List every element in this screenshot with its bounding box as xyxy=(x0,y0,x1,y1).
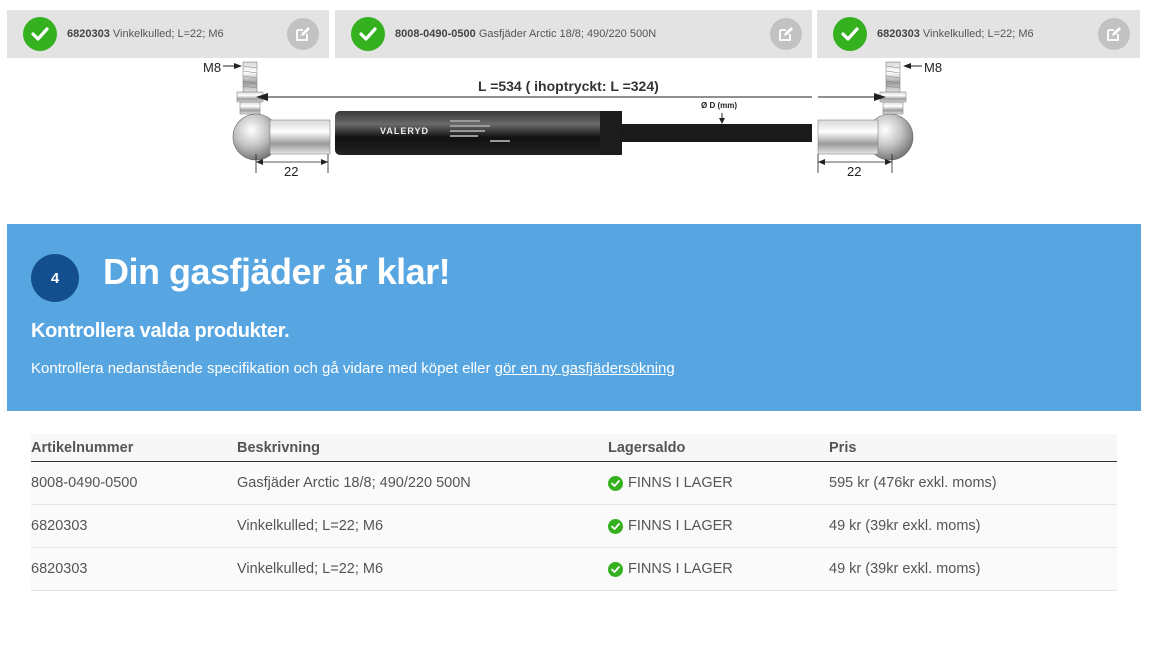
step-description: Kontrollera nedanstående specifikation o… xyxy=(31,360,675,377)
check-icon xyxy=(23,17,57,51)
stock-status: FINNS I LAGER xyxy=(628,518,733,534)
stock-status: FINNS I LAGER xyxy=(628,475,733,491)
cell-description: Gasfjäder Arctic 18/8; 490/220 500N xyxy=(237,475,471,491)
cell-description: Vinkelkulled; L=22; M6 xyxy=(237,561,384,577)
check-icon xyxy=(351,17,385,51)
selected-product-card: 8008-0490-0500 Gasfjäder Arctic 18/8; 49… xyxy=(335,10,812,58)
product-description: Gasfjäder Arctic 18/8; 490/220 500N xyxy=(478,28,657,40)
article-number: 6820303 xyxy=(67,28,110,40)
thread-label-left: M8 xyxy=(203,60,222,75)
new-search-link[interactable]: gör en ny gasfjädersökning xyxy=(495,360,675,377)
left-ball-joint xyxy=(232,61,331,161)
header-description: Beskrivning xyxy=(237,439,320,456)
edit-icon[interactable] xyxy=(1098,18,1130,50)
product-description: Vinkelkulled; L=22; M6 xyxy=(112,28,224,40)
diameter-label: Ø D (mm) xyxy=(701,101,737,110)
table-header: Artikelnummer Beskrivning Lagersaldo Pri… xyxy=(31,434,1117,462)
selected-product-card: 6820303 Vinkelkulled; L=22; M6 xyxy=(817,10,1140,58)
thread-label-right: M8 xyxy=(924,60,943,75)
gas-spring-rod xyxy=(620,124,812,142)
product-description: Vinkelkulled; L=22; M6 xyxy=(922,28,1034,40)
header-price: Pris xyxy=(829,439,857,456)
cell-price: 49 kr (39kr exkl. moms) xyxy=(829,518,981,534)
edit-icon[interactable] xyxy=(287,18,319,50)
product-table: Artikelnummer Beskrivning Lagersaldo Pri… xyxy=(31,434,1117,591)
cell-stock: FINNS I LAGER xyxy=(608,475,733,491)
right-ball-joint xyxy=(817,61,914,161)
stock-status: FINNS I LAGER xyxy=(628,561,733,577)
cell-stock: FINNS I LAGER xyxy=(608,518,733,534)
header-stock: Lagersaldo xyxy=(608,439,686,456)
step-subtitle: Kontrollera valda produkter. xyxy=(31,320,290,342)
cell-price: 595 kr (476kr exkl. moms) xyxy=(829,475,997,491)
step-title: Din gasfjäder är klar! xyxy=(103,251,451,292)
dimension-label-left: 22 xyxy=(284,164,299,179)
length-label: L =534 ( ihoptryckt: L =324) xyxy=(478,78,659,94)
check-icon xyxy=(608,561,623,577)
article-number: 8008-0490-0500 xyxy=(395,28,476,40)
cell-article: 6820303 xyxy=(31,561,88,577)
gas-spring-cylinder xyxy=(335,111,620,155)
check-icon xyxy=(608,475,623,491)
check-icon xyxy=(833,17,867,51)
gas-spring-illustration: L =534 ( ihoptryckt: L =324) M8 M8 22 22… xyxy=(0,58,1152,198)
dimension-label-right: 22 xyxy=(847,164,862,179)
cell-stock: FINNS I LAGER xyxy=(608,561,733,577)
edit-icon[interactable] xyxy=(770,18,802,50)
selected-product-label: 8008-0490-0500 Gasfjäder Arctic 18/8; 49… xyxy=(395,28,656,40)
article-number: 6820303 xyxy=(877,28,920,40)
selected-product-label: 6820303 Vinkelkulled; L=22; M6 xyxy=(67,28,224,40)
step-panel: 4 Din gasfjäder är klar! Kontrollera val… xyxy=(7,224,1141,411)
header-article: Artikelnummer xyxy=(31,439,134,456)
selected-product-card: 6820303 Vinkelkulled; L=22; M6 xyxy=(7,10,329,58)
cell-article: 8008-0490-0500 xyxy=(31,475,138,491)
check-icon xyxy=(608,518,623,534)
cell-description: Vinkelkulled; L=22; M6 xyxy=(237,518,384,534)
cell-article: 6820303 xyxy=(31,518,88,534)
table-row: 8008-0490-0500 Gasfjäder Arctic 18/8; 49… xyxy=(31,462,1117,505)
step-text: Kontrollera nedanstående specifikation o… xyxy=(31,360,495,377)
selected-product-label: 6820303 Vinkelkulled; L=22; M6 xyxy=(877,28,1034,40)
cell-price: 49 kr (39kr exkl. moms) xyxy=(829,561,981,577)
brand-label: VALERYD xyxy=(380,126,430,136)
table-row: 6820303 Vinkelkulled; L=22; M6 FINNS I L… xyxy=(31,548,1117,591)
table-row: 6820303 Vinkelkulled; L=22; M6 FINNS I L… xyxy=(31,505,1117,548)
step-number-badge: 4 xyxy=(31,254,79,302)
